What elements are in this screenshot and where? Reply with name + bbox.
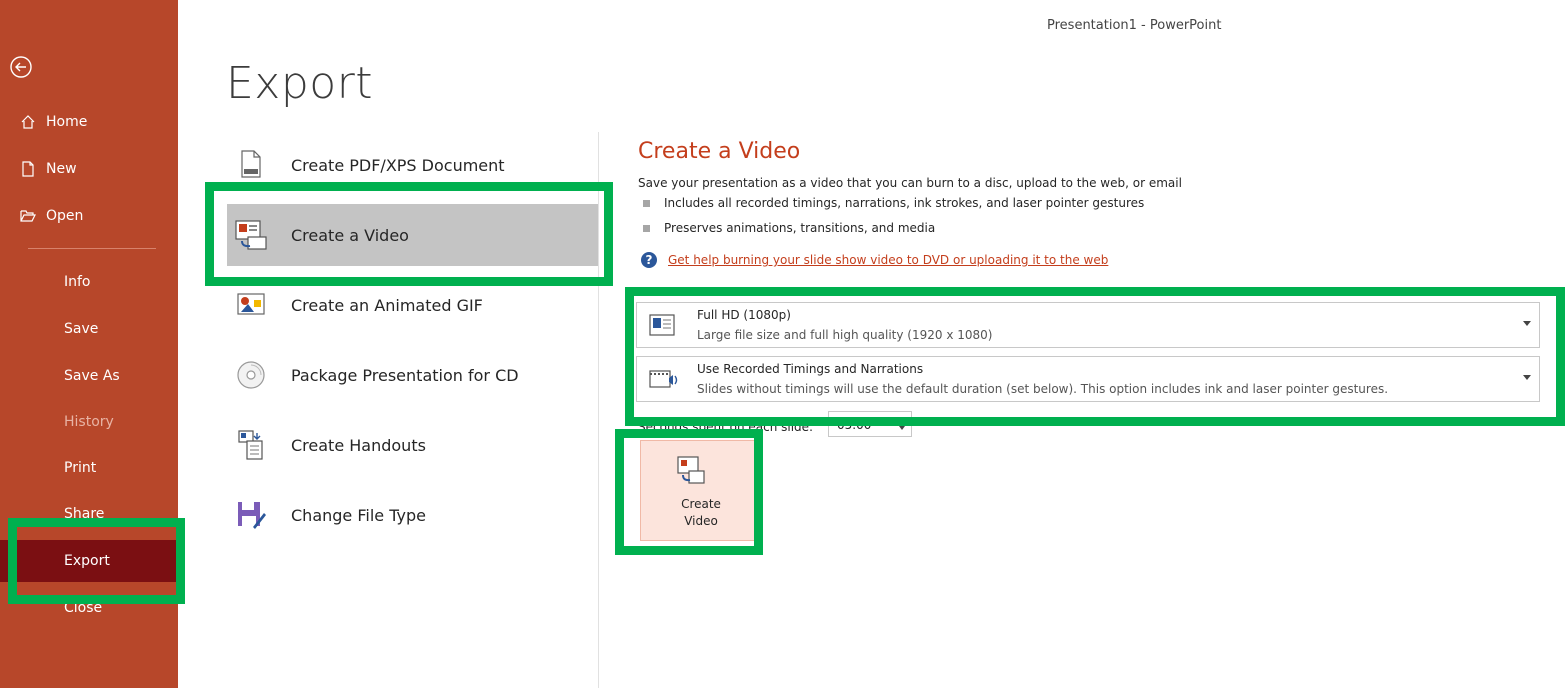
option-label: Package Presentation for CD (291, 365, 519, 385)
option-change-file-type[interactable]: Change File Type (227, 484, 599, 546)
sidebar-item-save-as[interactable]: Save As (0, 356, 178, 396)
feature-bullet: Includes all recorded timings, narration… (643, 196, 1144, 210)
sidebar-item-label: New (46, 161, 77, 177)
sidebar-item-label: Home (46, 114, 88, 130)
highlight-create-video-option (205, 182, 613, 286)
option-label: Create an Animated GIF (291, 295, 483, 315)
home-icon (18, 114, 38, 130)
bullet-square-icon (643, 224, 650, 232)
sidebar-item-label: Info (64, 274, 91, 290)
folder-open-icon (18, 208, 38, 224)
sidebar-item-label: Open (46, 208, 84, 224)
spinner-down-icon[interactable] (899, 426, 905, 430)
highlight-export-nav (8, 518, 185, 604)
cd-icon (233, 357, 269, 393)
window-title: Presentation1 - PowerPoint (1047, 18, 1222, 33)
option-label: Change File Type (291, 505, 426, 525)
sidebar-item-save[interactable]: Save (0, 309, 178, 349)
sidebar-item-label: Save As (64, 368, 120, 384)
sidebar-item-label: Print (64, 460, 97, 476)
help-link[interactable]: Get help burning your slide show video t… (668, 253, 1108, 267)
bullet-square-icon (643, 199, 650, 207)
sidebar-item-label: Save (64, 321, 99, 337)
pane-description: Save your presentation as a video that y… (638, 176, 1182, 190)
help-question-icon: ? (641, 252, 657, 268)
bullet-text: Includes all recorded timings, narration… (664, 196, 1145, 210)
help-row: ? Get help burning your slide show video… (641, 252, 1108, 268)
new-doc-icon (18, 161, 38, 177)
highlight-create-video-button (615, 429, 763, 555)
sidebar-divider (28, 248, 156, 249)
pdf-document-icon (233, 147, 269, 183)
sidebar-item-history: History (0, 402, 178, 442)
feature-bullet: Preserves animations, transitions, and m… (643, 221, 935, 235)
handouts-icon (233, 427, 269, 463)
back-arrow-icon (10, 56, 32, 78)
option-label: Create PDF/XPS Document (291, 155, 505, 175)
sidebar-item-info[interactable]: Info (0, 262, 178, 302)
page-title: Export (226, 58, 374, 109)
back-button[interactable] (10, 56, 42, 88)
sidebar-item-print[interactable]: Print (0, 448, 178, 488)
pane-title: Create a Video (638, 139, 801, 164)
sidebar-item-new[interactable]: New (0, 149, 178, 189)
sidebar-item-label: History (64, 414, 114, 430)
option-label: Create Handouts (291, 435, 426, 455)
highlight-dropdowns (625, 287, 1565, 426)
sidebar-item-open[interactable]: Open (0, 196, 178, 236)
save-disk-icon (233, 497, 269, 533)
option-package-for-cd[interactable]: Package Presentation for CD (227, 344, 599, 406)
option-create-handouts[interactable]: Create Handouts (227, 414, 599, 476)
sidebar-item-home[interactable]: Home (0, 102, 178, 142)
bullet-text: Preserves animations, transitions, and m… (664, 221, 936, 235)
animated-gif-icon (233, 287, 269, 323)
